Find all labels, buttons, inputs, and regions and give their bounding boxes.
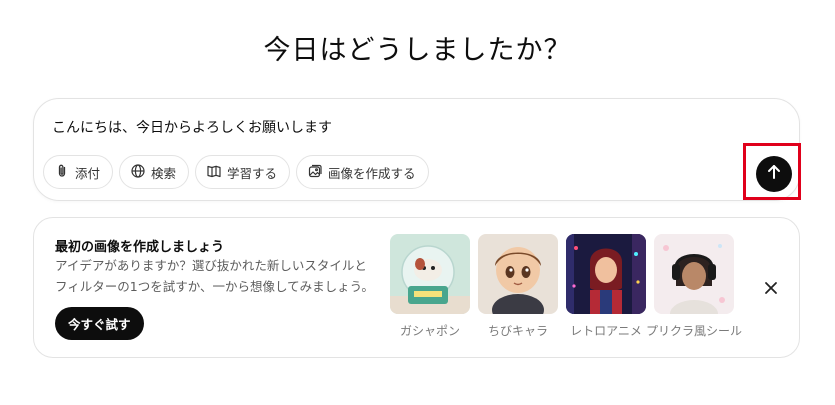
attach-button[interactable]: 添付 <box>43 155 114 189</box>
gashapon-thumbnail <box>390 234 470 314</box>
close-button[interactable] <box>762 280 780 298</box>
attach-label: 添付 <box>75 165 101 181</box>
globe-icon <box>130 163 146 182</box>
page-title: 今日はどうしましたか？ <box>263 35 572 66</box>
message-input[interactable]: こんにちは、今日からよろしくお願いします <box>52 117 332 137</box>
chibi-thumbnail <box>478 234 558 314</box>
style-label: ガシャポン <box>399 324 460 338</box>
style-chibi[interactable]: ちびキャラ <box>478 234 558 339</box>
study-label: 学習する <box>227 165 278 181</box>
style-label: プリクラ風シール <box>646 324 743 338</box>
style-label: レトロアニメ <box>570 324 642 338</box>
style-retro-anime[interactable]: レトロアニメ <box>566 234 646 339</box>
book-icon <box>206 163 222 182</box>
style-label: ちびキャラ <box>487 324 548 338</box>
image-icon <box>307 163 323 182</box>
create-image-label: 画像を作成する <box>328 165 416 181</box>
study-button[interactable]: 学習する <box>195 155 291 189</box>
style-gallery: ガシャポン ちびキャラ レトロアニメ プリクラ風シール <box>390 234 742 339</box>
search-label: 検索 <box>151 165 177 181</box>
purikura-thumbnail <box>654 234 734 314</box>
try-now-button[interactable]: 今すぐ試す <box>55 307 144 340</box>
promo-description: アイデアがありますか？選び抜かれた新しいスタイルとフィルターの1つを試すか、一か… <box>55 258 374 294</box>
send-button[interactable] <box>756 156 792 192</box>
close-icon <box>764 280 778 299</box>
message-composer[interactable]: こんにちは、今日からよろしくお願いします 添付 検索 学習する 画像を作成する <box>33 98 801 201</box>
send-button-highlight <box>743 143 801 200</box>
composer-toolbar: 添付 検索 学習する 画像を作成する <box>43 155 429 189</box>
retro-anime-thumbnail <box>566 234 646 314</box>
promo-title: 最初の画像を作成しましょう <box>55 240 225 255</box>
search-button[interactable]: 検索 <box>119 155 190 189</box>
paperclip-icon <box>54 163 70 182</box>
create-image-button[interactable]: 画像を作成する <box>296 155 429 189</box>
style-purikura-sticker[interactable]: プリクラ風シール <box>646 234 742 339</box>
style-gashapon[interactable]: ガシャポン <box>390 234 470 339</box>
arrow-up-icon <box>765 163 783 185</box>
image-promo-card: 最初の画像を作成しましょう アイデアがありますか？選び抜かれた新しいスタイルとフ… <box>33 217 800 358</box>
